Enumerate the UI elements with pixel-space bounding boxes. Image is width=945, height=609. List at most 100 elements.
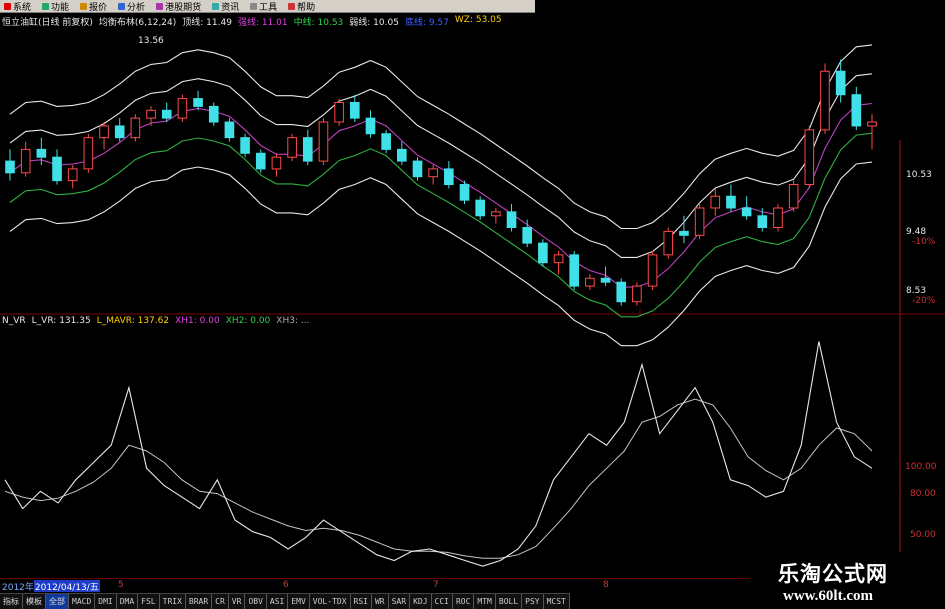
candle-body xyxy=(773,207,783,228)
tab-mcst[interactable]: MCST xyxy=(544,594,570,609)
price-chart xyxy=(5,44,877,347)
year-label: 2012年 xyxy=(2,583,34,593)
watermark-title: 乐淘公式网 xyxy=(778,562,888,586)
tab-dmi[interactable]: DMI xyxy=(95,594,117,609)
tab-wr[interactable]: WR xyxy=(372,594,389,609)
candle-body xyxy=(240,137,250,154)
strong-band xyxy=(9,73,873,258)
month-tick-5: 5 xyxy=(118,580,124,590)
candle-body xyxy=(318,121,329,162)
price-tick-2: 9.48 xyxy=(906,227,927,237)
candle-body xyxy=(867,121,877,127)
candle-body xyxy=(632,285,642,303)
tab-全部[interactable]: 全部 xyxy=(46,594,69,609)
candle-body xyxy=(788,184,799,209)
tab-emv[interactable]: EMV xyxy=(288,594,310,609)
vr-tick-2: 80.00 xyxy=(910,489,936,499)
pct-tick-1: -10% xyxy=(912,237,936,247)
candle-body xyxy=(710,195,721,209)
tab-kdj[interactable]: KDJ xyxy=(410,594,432,609)
tab-指标[interactable]: 指标 xyxy=(0,594,23,609)
tab-cr[interactable]: CR xyxy=(212,594,229,609)
vr-tick-1: 100.00 xyxy=(905,462,937,472)
l-vr-line xyxy=(4,341,873,567)
bottom-band xyxy=(9,161,873,347)
tab-roc[interactable]: ROC xyxy=(453,594,475,609)
tab-vol-tdx[interactable]: VOL-TDX xyxy=(310,594,351,609)
candle-body xyxy=(255,152,266,170)
candle-body xyxy=(99,125,109,139)
candle-body xyxy=(412,160,423,178)
candle-body xyxy=(741,207,752,217)
candle-body xyxy=(553,254,564,264)
max-price-label: 13.56 xyxy=(138,36,164,46)
candle-body xyxy=(444,168,454,186)
bottom-bar: 2012年 2012/04/13/五 5 6 7 8 指标 模板 全部 MACD DMI… xyxy=(0,578,750,609)
candle-body xyxy=(679,230,689,236)
candle-body xyxy=(647,254,658,287)
candle-body xyxy=(36,148,47,158)
candle-body xyxy=(663,230,674,256)
tab-fsl[interactable]: FSL xyxy=(138,594,160,609)
tab-psy[interactable]: PSY xyxy=(522,594,544,609)
candle-body xyxy=(835,70,846,96)
candle-body xyxy=(208,105,219,123)
candle-body xyxy=(491,211,501,217)
candle-body xyxy=(130,117,141,139)
candle-body xyxy=(757,215,768,228)
tab-dma[interactable]: DMA xyxy=(117,594,139,609)
candle-body xyxy=(114,125,125,139)
indicator-tabs: 指标 模板 全部 MACD DMI DMA FSL TRIX BRAR CR VR OBV ASI EMV… xyxy=(0,593,570,609)
price-tick-3: 8.53 xyxy=(906,286,927,296)
tab-rsi[interactable]: RSI xyxy=(351,594,372,609)
tab-cci[interactable]: CCI xyxy=(432,594,453,609)
tab-trix[interactable]: TRIX xyxy=(160,594,186,609)
candle-body xyxy=(522,227,533,244)
weak-band xyxy=(9,132,873,318)
tab-obv[interactable]: OBV xyxy=(245,594,267,609)
month-tick-6: 6 xyxy=(283,580,289,590)
candle-body xyxy=(804,129,815,186)
candle-body xyxy=(585,277,595,287)
current-date: 2012年 2012/04/13/五 xyxy=(2,580,100,593)
tab-brar[interactable]: BRAR xyxy=(186,594,213,609)
date-axis: 2012年 2012/04/13/五 5 6 7 8 xyxy=(0,578,750,593)
chart-canvas[interactable] xyxy=(0,0,945,578)
tab-macd[interactable]: MACD xyxy=(69,594,96,609)
candle-body xyxy=(224,121,235,139)
tab-boll[interactable]: BOLL xyxy=(496,594,523,609)
candle-body xyxy=(365,117,376,135)
candle-body xyxy=(726,195,736,209)
tab-sar[interactable]: SAR xyxy=(389,594,411,609)
candle-body xyxy=(459,184,470,201)
tab-mtm[interactable]: MTM xyxy=(474,594,496,609)
tab-vr[interactable]: VR xyxy=(229,594,246,609)
candle-body xyxy=(851,94,862,127)
candle-body xyxy=(287,137,297,158)
candle-body xyxy=(20,148,31,174)
candle-body xyxy=(381,133,391,150)
tab-模板[interactable]: 模板 xyxy=(23,594,46,609)
candle-body xyxy=(177,98,188,119)
tab-asi[interactable]: ASI xyxy=(267,594,289,609)
candle-body xyxy=(83,137,94,170)
candle-body xyxy=(146,109,156,119)
vr-tick-3: 50.00 xyxy=(910,530,936,540)
candle-body xyxy=(616,281,627,303)
candle-body xyxy=(193,98,203,107)
month-tick-7: 7 xyxy=(433,580,439,590)
month-tick-8: 8 xyxy=(603,580,609,590)
pct-tick-2: -20% xyxy=(912,296,936,306)
candle-body xyxy=(5,160,15,174)
candle-body xyxy=(271,156,282,170)
candle-body xyxy=(538,242,548,264)
watermark-url: www.60lt.com xyxy=(783,588,873,604)
candle-body xyxy=(475,199,485,217)
candle-body xyxy=(428,168,438,178)
candle-body xyxy=(600,277,611,283)
vr-chart xyxy=(4,341,873,567)
candle-body xyxy=(302,137,313,162)
candle-body xyxy=(67,168,78,182)
candle-body xyxy=(349,102,360,119)
candle-body xyxy=(397,148,407,162)
